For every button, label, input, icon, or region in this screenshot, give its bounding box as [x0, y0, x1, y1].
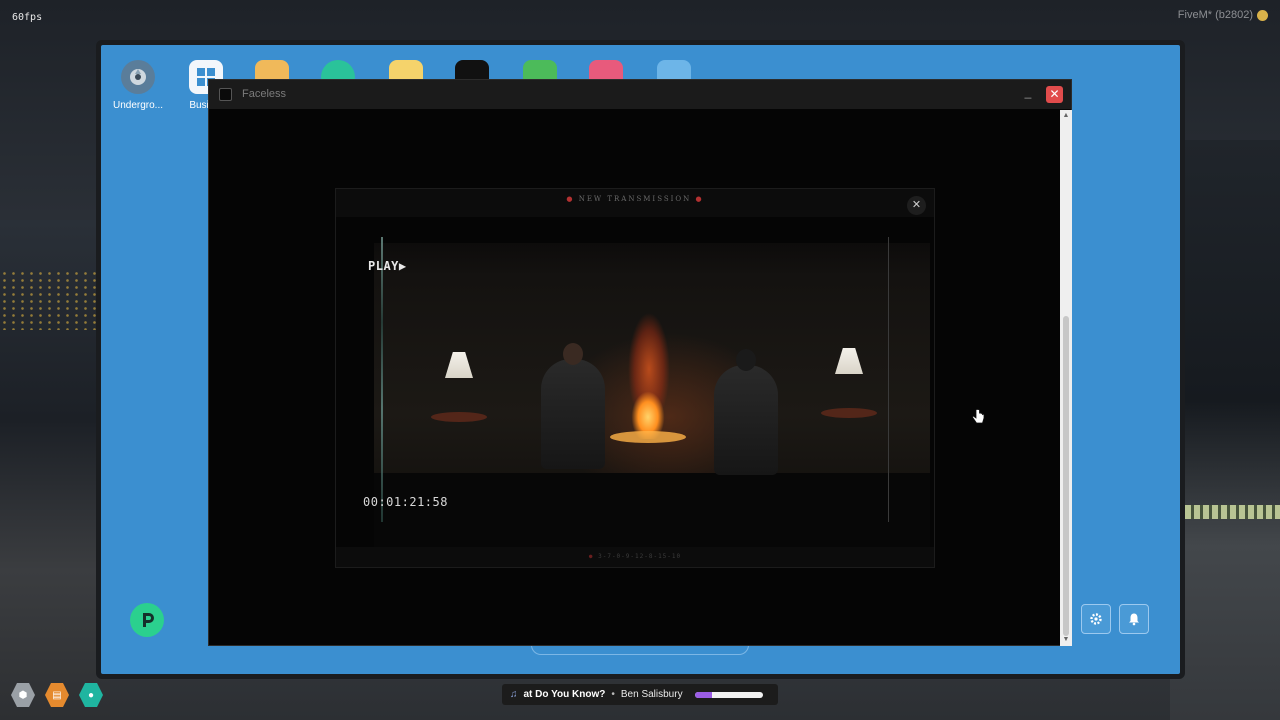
video-timecode: 00:01:21:58: [363, 495, 448, 509]
lamp-left: [431, 352, 487, 422]
bell-icon: [1129, 613, 1139, 626]
figure-right: [714, 349, 778, 475]
window-titlebar[interactable]: Faceless _ ✕: [209, 80, 1071, 109]
letterbox-bottom: [374, 473, 930, 547]
glitch-line: [381, 237, 383, 522]
close-window-button[interactable]: ✕: [1046, 86, 1063, 103]
gear-icon: [1090, 613, 1102, 625]
window-title: Faceless: [242, 88, 287, 100]
song-progress-bar: [694, 691, 763, 698]
scrollbar-thumb[interactable]: [1063, 316, 1069, 636]
footer-code: 3-7-0-9-12-8-15-10: [598, 553, 682, 560]
modal-footer: ● 3-7-0-9-12-8-15-10: [336, 553, 934, 560]
notifications-button[interactable]: [1119, 604, 1149, 634]
building-lights: [1185, 505, 1280, 519]
modal-title: NEW TRANSMISSION: [578, 195, 692, 203]
fps-counter: 60fps: [12, 12, 43, 23]
song-title: at Do You Know?: [523, 689, 606, 700]
city-lights: [0, 270, 100, 330]
song-progress-fill: [694, 691, 712, 698]
footer-dot-icon: ●: [588, 553, 594, 560]
campfire: [613, 309, 683, 439]
letterbox-top: [374, 217, 930, 243]
coin-icon: [1257, 9, 1268, 21]
frame-line: [888, 237, 889, 522]
faceless-window: Faceless _ ✕ ▲ ▼ ● NEW TRANSMISSION ● ✕: [208, 79, 1072, 646]
minimize-button[interactable]: _: [1021, 86, 1035, 102]
artist-name: Ben Salisbury: [620, 689, 683, 700]
campfire-base: [610, 431, 686, 443]
desktop-icon-label: Undergro...: [112, 100, 164, 111]
scroll-down-icon[interactable]: ▼: [1062, 636, 1070, 644]
lamp-right: [821, 348, 877, 418]
video-player[interactable]: PLAY▶ 00:01:21:58: [336, 217, 934, 547]
window-scrollbar[interactable]: ▲ ▼: [1060, 110, 1072, 646]
play-indicator: PLAY▶: [368, 259, 407, 273]
modal-close-button[interactable]: ✕: [907, 196, 926, 215]
desktop-icon-underground[interactable]: Undergro...: [105, 60, 171, 111]
faceless-app-icon: [219, 88, 232, 101]
separator: •: [611, 689, 615, 700]
turbo-icon: [121, 60, 155, 94]
background-right: [1170, 140, 1280, 720]
music-icon: ♫: [510, 689, 518, 700]
build-text: FiveM* (b2802): [1177, 9, 1253, 21]
figure-left: [541, 343, 605, 469]
now-playing-bar: ♫ at Do You Know? • Ben Salisbury: [502, 684, 778, 705]
transmission-modal: ● NEW TRANSMISSION ● ✕ PLAY▶ 00:01:21:58: [335, 188, 935, 568]
build-label: FiveM* (b2802): [1178, 9, 1268, 21]
hand-cursor-icon: [972, 409, 985, 424]
header-dot-icon: ●: [566, 195, 575, 203]
settings-button[interactable]: [1081, 604, 1111, 634]
scroll-up-icon[interactable]: ▲: [1062, 112, 1070, 120]
modal-header: ● NEW TRANSMISSION ●: [336, 195, 934, 203]
start-logo-button[interactable]: [130, 603, 164, 637]
header-dot-icon: ●: [695, 195, 704, 203]
